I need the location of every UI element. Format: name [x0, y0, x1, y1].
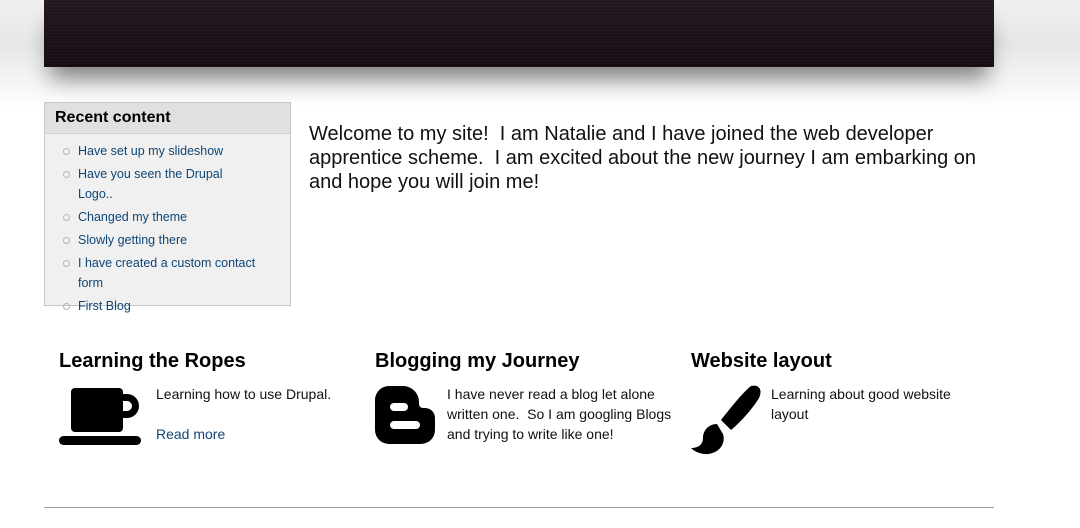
- recent-content-link[interactable]: Have you seen the Drupal Logo..: [78, 167, 223, 201]
- coffee-cup-icon: [59, 384, 143, 453]
- feature-description: I have never read a blog let alone writt…: [447, 386, 676, 442]
- bullet-icon: [63, 214, 70, 221]
- read-more-link[interactable]: Read more: [156, 424, 225, 444]
- feature-body: Learning how to use Drupal. Read more: [59, 384, 349, 445]
- bullet-icon: [63, 303, 70, 310]
- blogger-icon: [375, 384, 437, 451]
- page: Recent content Have set up my slideshow …: [0, 0, 1080, 528]
- bullet-icon: [63, 171, 70, 178]
- header-banner: [44, 0, 994, 67]
- list-item: First Blog: [45, 296, 290, 316]
- bullet-icon: [63, 237, 70, 244]
- feature-description: Learning about good website layout: [771, 386, 955, 422]
- recent-content-link[interactable]: Slowly getting there: [78, 233, 187, 247]
- recent-content-block: Recent content Have set up my slideshow …: [44, 102, 291, 313]
- feature-title: Website layout: [691, 350, 832, 372]
- feature-learning-the-ropes: Learning the Ropes Learning how to use D…: [59, 348, 349, 445]
- paintbrush-icon: [691, 384, 763, 461]
- feature-description: Learning how to use Drupal.: [156, 386, 332, 402]
- recent-content-list: Have set up my slideshow Have you seen t…: [45, 134, 290, 316]
- recent-content-link[interactable]: Have set up my slideshow: [78, 144, 223, 158]
- footer-divider: [44, 507, 994, 508]
- welcome-message: Welcome to my site! I am Natalie and I h…: [309, 123, 982, 193]
- bullet-icon: [63, 260, 70, 267]
- bullet-icon: [63, 148, 70, 155]
- feature-body: Learning about good website layout: [691, 384, 991, 455]
- list-item: Slowly getting there: [45, 230, 290, 250]
- list-item: Have set up my slideshow: [45, 141, 290, 161]
- feature-blogging-my-journey: Blogging my Journey I have never read a …: [375, 348, 675, 444]
- feature-title: Blogging my Journey: [375, 350, 580, 372]
- list-item: I have created a custom contact form: [45, 253, 290, 293]
- block-title: Recent content: [45, 103, 290, 134]
- recent-content-link[interactable]: I have created a custom contact form: [78, 256, 255, 290]
- feature-website-layout: Website layout Learning about good websi…: [691, 348, 991, 455]
- feature-title: Learning the Ropes: [59, 350, 246, 372]
- feature-body: I have never read a blog let alone writt…: [375, 384, 675, 444]
- recent-content-link[interactable]: First Blog: [78, 299, 131, 313]
- list-item: Changed my theme: [45, 207, 290, 227]
- list-item: Have you seen the Drupal Logo..: [45, 164, 290, 204]
- recent-content-link[interactable]: Changed my theme: [78, 210, 187, 224]
